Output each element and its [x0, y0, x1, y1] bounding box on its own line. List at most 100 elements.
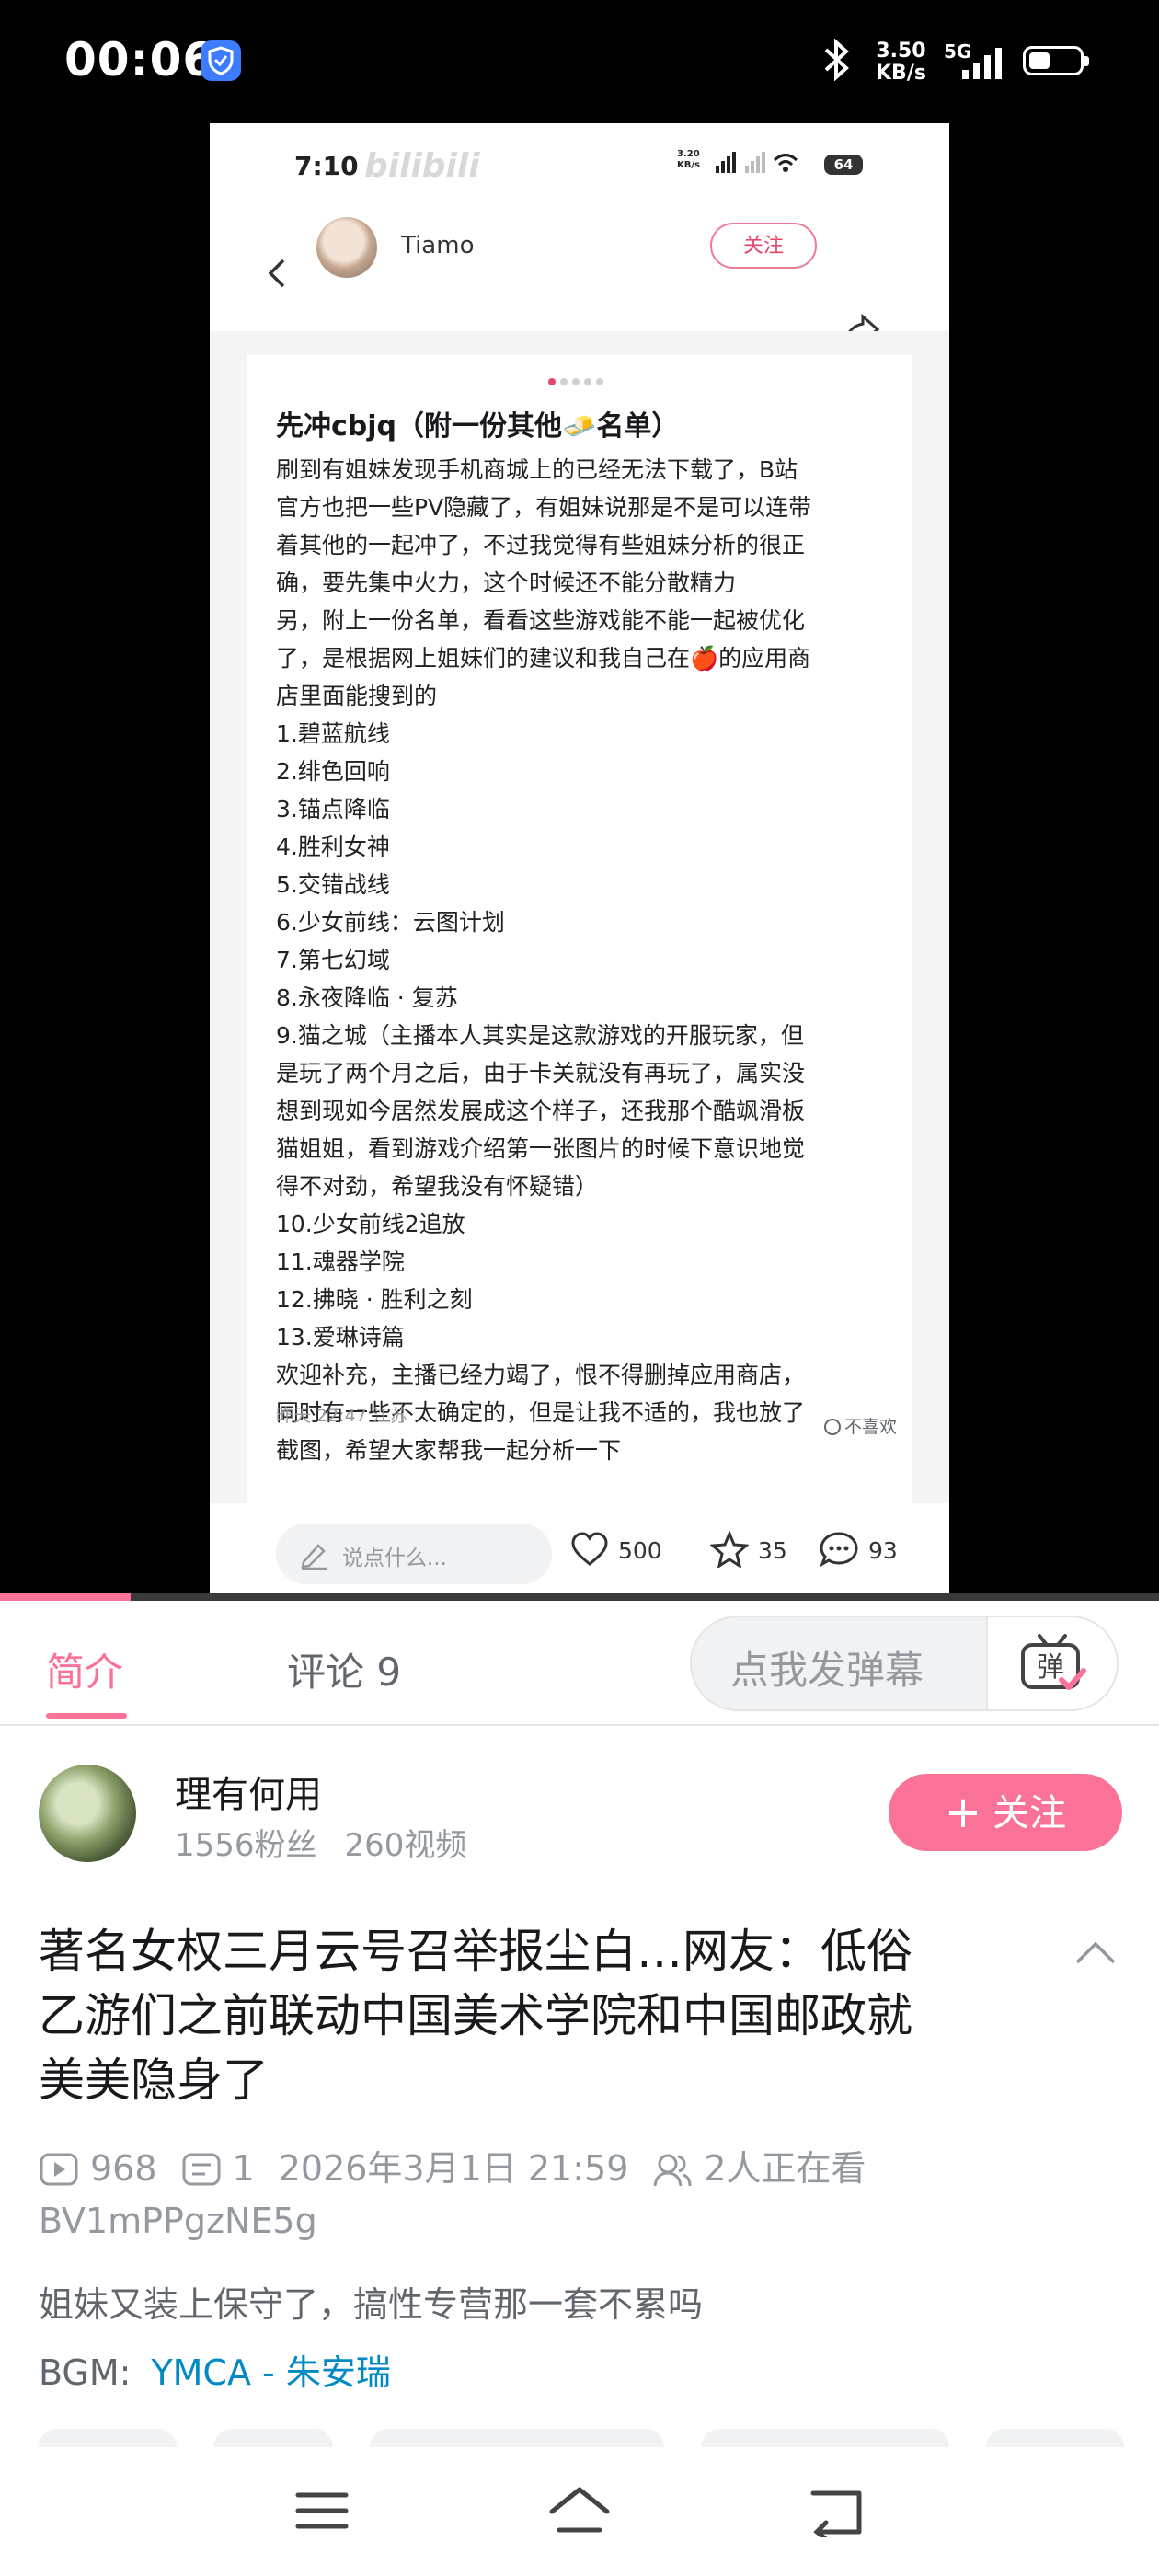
uploader-fans: 1556粉丝 [175, 1827, 317, 1864]
uploader-videos: 260视频 [344, 1827, 467, 1864]
embedded-watermark-logo: bilibili [364, 147, 480, 185]
embedded-post-line: 着其他的一起冲了，不过我觉得有些姐妹分析的很正 [276, 532, 806, 558]
embedded-post-line: 想到现如今居然发展成这个样子，还我那个酷飒滑板 [276, 1098, 806, 1124]
danmaku-tv-icon: 弹 [1021, 1634, 1086, 1690]
uploader-stats: 1556粉丝 260视频 [175, 1820, 466, 1865]
progress-played [0, 1593, 132, 1601]
embedded-post-line: 6.少女前线：云图计划 [276, 909, 505, 936]
embedded-post-line: 猫姐姐，看到游戏介绍第一张图片的时候下意识地觉 [276, 1135, 806, 1162]
embedded-post-header [210, 212, 949, 347]
embedded-user-avatar [316, 217, 377, 278]
watching-count: 2人正在看 [704, 2148, 866, 2189]
status-bar: 00:06 3.50 KB/s 5G [0, 0, 1159, 120]
embedded-post-line: 4.胜利女神 [276, 834, 390, 860]
system-nav-bar [0, 2447, 1159, 2576]
tag-chips-partial [39, 2429, 1124, 2466]
embedded-post-title: 先冲cbjq（附一份其他🧈名单） [276, 410, 680, 443]
chevron-up-icon[interactable] [1074, 1939, 1117, 1965]
embedded-post-line: 另，附上一份名单，看看这些游戏能不能一起被优化 [276, 607, 806, 634]
uploader-name[interactable]: 理有何用 [175, 1765, 322, 1818]
embedded-post-line: 7.第七幻域 [276, 947, 390, 973]
embedded-likes: 500 [570, 1531, 662, 1568]
plus-icon: + [944, 1787, 982, 1838]
comment-bubble-icon [820, 1532, 858, 1568]
embedded-post-line: 2.绯色回响 [276, 758, 390, 785]
embedded-signal-icon [716, 152, 798, 173]
video-player[interactable]: 00:06 3.50 KB/s 5G 7:10 bilibili 3.20 KB… [0, 0, 1159, 1601]
embedded-post-line: 11.魂器学院 [276, 1248, 405, 1275]
bgm-song-link[interactable]: YMCA - 朱安瑞 [151, 2352, 390, 2393]
embedded-post-line: 了，是根据网上姐妹们的建议和我自己在🍎的应用商 [276, 645, 811, 672]
video-title: 著名女权三月云号召举报尘白…网友：低俗 乙游们之前联动中国美术学院和中国邮政就 美美… [39, 1919, 1041, 2112]
video-bgm: BGM: YMCA - 朱安瑞 [39, 2344, 391, 2395]
danmaku-count: 1 [232, 2148, 255, 2189]
embedded-post-line: 9.猫之城（主播本人其实是这款游戏的开服玩家，但 [276, 1022, 804, 1049]
playback-progress-bar[interactable] [0, 1593, 1159, 1601]
embedded-post-line: 官方也把一些PV隐藏了，有姐妹说那是不是可以连带 [276, 494, 812, 521]
embedded-post-line: 3.锚点降临 [276, 796, 390, 822]
embedded-post-line: 1.碧蓝航线 [276, 720, 390, 747]
embedded-time: 7:10 [294, 151, 359, 181]
danmaku-count-icon [182, 2153, 221, 2186]
menu-icon[interactable] [294, 2490, 350, 2532]
video-title-line: 美美隐身了 [39, 2053, 269, 2107]
embedded-post-card: 先冲cbjq（附一份其他🧈名单） 刷到有姐妹发现手机商城上的已经无法下载了，B站… [247, 331, 912, 1527]
video-title-line: 乙游们之前联动中国美术学院和中国邮政就 [39, 1989, 912, 2042]
embedded-dislike: 不喜欢 [824, 1413, 897, 1438]
embedded-post-line: 欢迎补充，主播已经力竭了，恨不得删掉应用商店， [276, 1362, 806, 1388]
embedded-post-line: 13.爱琳诗篇 [276, 1324, 405, 1351]
embedded-battery-icon: 64 [824, 155, 863, 175]
embedded-status-bar: 7:10 bilibili 3.20 KB/s 64 [210, 123, 949, 212]
follow-button[interactable]: + 关注 [889, 1774, 1122, 1851]
embedded-post-line: 截图，希望大家帮我一起分析一下 [276, 1437, 622, 1464]
embedded-post-line: 12.拂晓 · 胜利之刻 [276, 1286, 473, 1313]
home-icon[interactable] [546, 2484, 613, 2537]
tab-comments[interactable]: 评论 9 [287, 1641, 401, 1697]
vpn-shield-icon [201, 40, 241, 81]
embedded-post-meta: 昨天 22:47 江苏 [276, 1406, 407, 1426]
video-bvid: BV1mPPgzNE5g [39, 2201, 317, 2241]
embedded-favorites: 35 [709, 1530, 787, 1570]
embedded-post-footer: 说点什么... 500 35 93 [210, 1503, 949, 1601]
danmaku-input[interactable]: 点我发弹幕 弹 [690, 1616, 1119, 1711]
battery-icon [1023, 46, 1089, 75]
embedded-post-line: 5.交错战线 [276, 871, 390, 898]
heart-icon [571, 1532, 608, 1566]
active-tab-indicator [46, 1713, 127, 1719]
bgm-label: BGM: [39, 2352, 132, 2393]
play-count: 968 [90, 2148, 157, 2189]
embedded-back-icon [268, 259, 285, 288]
embedded-post-body: 刷到有姐妹发现手机商城上的已经无法下载了，B站 官方也把一些PV隐藏了，有姐妹说那… [276, 451, 901, 1469]
embedded-post-line: 是玩了两个月之后，由于卡关就没有再玩了，属实没 [276, 1060, 806, 1087]
back-icon[interactable] [806, 2488, 866, 2537]
embedded-post-line: 店里面能搜到的 [276, 683, 438, 709]
signal-icon [962, 48, 1002, 79]
bluetooth-icon [824, 39, 849, 81]
embedded-post-line: 得不对劲，希望我没有怀疑错） [276, 1173, 599, 1200]
uploader-avatar[interactable] [39, 1765, 136, 1862]
embedded-comments: 93 [819, 1531, 898, 1568]
tab-intro[interactable]: 简介 [46, 1641, 123, 1697]
status-time: 00:06 [64, 33, 216, 86]
network-speed: 3.50 KB/s [876, 40, 926, 85]
embedded-username: Tiamo [401, 232, 475, 259]
embedded-post-line: 10.少女前线2追放 [276, 1211, 465, 1237]
video-meta: 968 1 2026年3月1日 21:59 2人正在看 [39, 2140, 866, 2191]
star-icon [709, 1530, 750, 1570]
embedded-post-line: 确，要先集中火力，这个时候还不能分散精力 [276, 569, 737, 596]
viewers-icon [653, 2154, 692, 2187]
embedded-post-line: 8.永夜降临 · 复苏 [276, 984, 458, 1011]
embedded-comment-input: 说点什么... [276, 1524, 552, 1584]
video-title-line: 著名女权三月云号召举报尘白…网友：低俗 [39, 1925, 912, 1978]
pencil-icon [301, 1544, 327, 1570]
danmaku-placeholder: 点我发弹幕 [730, 1648, 924, 1693]
embedded-post-line: 刷到有姐妹发现手机商城上的已经无法下载了，B站 [276, 456, 798, 483]
image-page-dots [548, 372, 608, 389]
dislike-face-icon [824, 1419, 841, 1435]
embedded-follow-button: 关注 [710, 223, 817, 269]
video-description: 姐妹又装上保守了，搞性专营那一套不累吗 [39, 2284, 704, 2325]
video-frame-screenshot: 7:10 bilibili 3.20 KB/s 64 Tiamo 关注 先冲cb… [210, 123, 949, 1601]
embedded-net-speed: 3.20 KB/s [677, 149, 700, 170]
publish-time: 2026年3月1日 21:59 [278, 2148, 629, 2189]
danmaku-toggle-button[interactable]: 弹 [986, 1617, 1117, 1709]
